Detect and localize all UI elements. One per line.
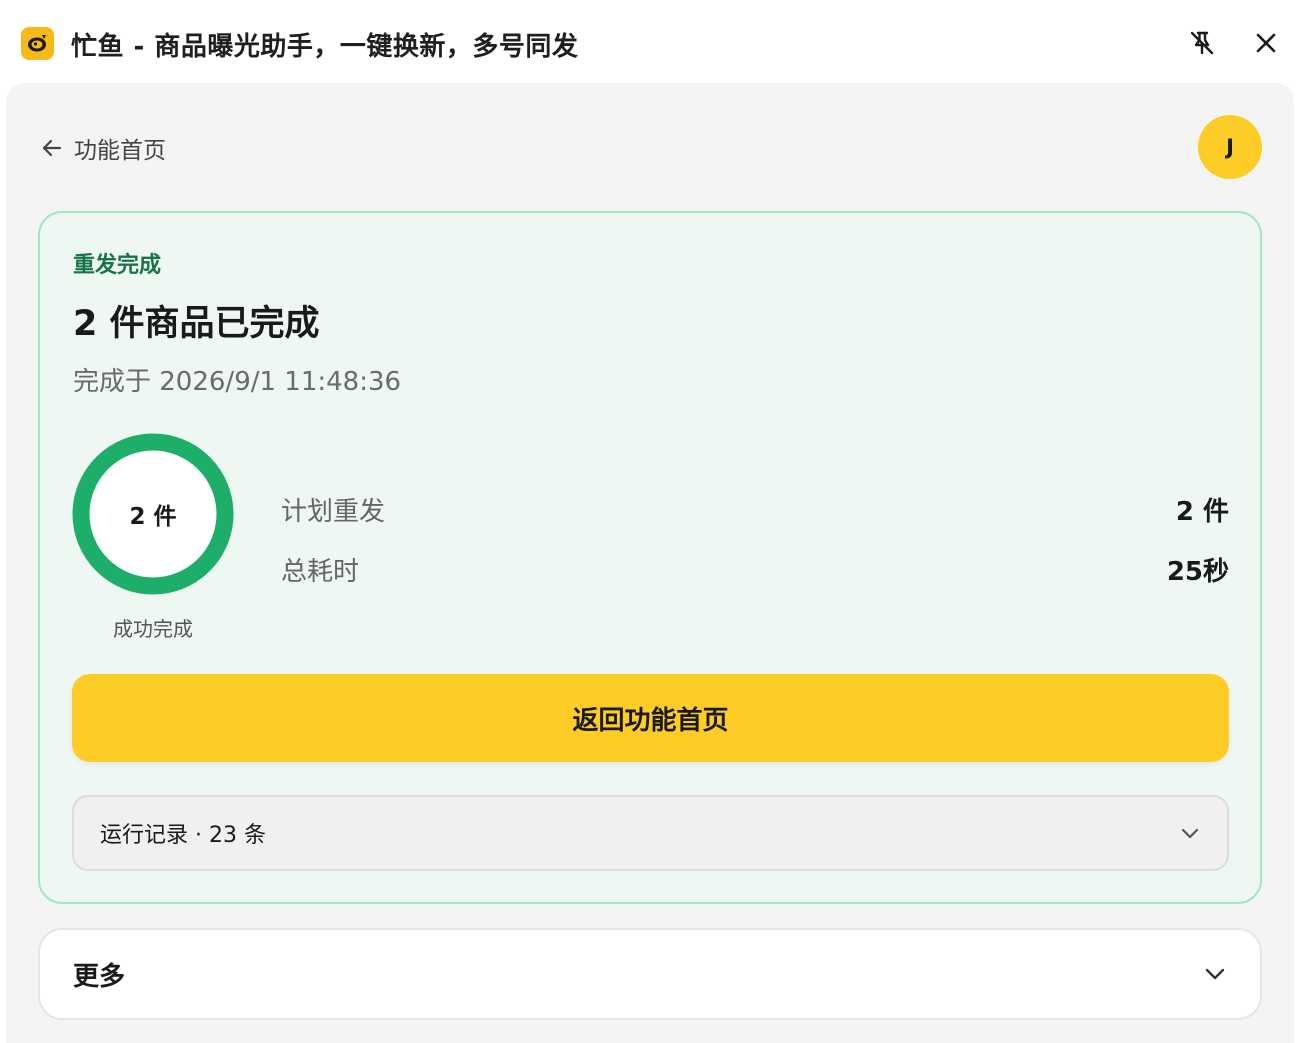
run-log-label: 运行记录 · 23 条 <box>100 823 266 848</box>
ring-caption: 成功完成 <box>113 617 193 641</box>
result-card: 重发完成 2 件商品已完成 完成于 2026/9/1 11:48:36 2 件 … <box>38 211 1262 904</box>
stat-row-planned: 计划重发 2 件 <box>281 489 1229 529</box>
result-eyebrow: 重发完成 <box>73 253 162 278</box>
result-headline: 2 件商品已完成 <box>73 304 320 344</box>
stat-value: 25秒 <box>1166 556 1229 587</box>
close-icon <box>1256 33 1276 53</box>
back-to-home-link[interactable]: 功能首页 <box>40 131 166 165</box>
chevron-down-icon <box>1205 968 1225 980</box>
window-title: 忙鱼 - 商品曝光助手，一键换新，多号同发 <box>71 32 579 62</box>
fish-logo-icon <box>21 27 54 60</box>
completion-time: 完成于 2026/9/1 11:48:36 <box>73 367 402 397</box>
run-log-toggle[interactable]: 运行记录 · 23 条 <box>72 795 1229 871</box>
success-ring: 2 件 <box>72 433 234 595</box>
return-home-button[interactable]: 返回功能首页 <box>72 674 1229 762</box>
window-titlebar: 忙鱼 - 商品曝光助手，一键换新，多号同发 <box>0 0 1306 84</box>
arrow-left-icon <box>42 139 62 157</box>
stat-label: 计划重发 <box>281 496 386 527</box>
main-panel: 功能首页 J 重发完成 2 件商品已完成 完成于 2026/9/1 11:48:… <box>6 83 1294 1043</box>
more-section-toggle[interactable]: 更多 <box>38 928 1262 1020</box>
back-link-label: 功能首页 <box>74 138 166 164</box>
close-window-button[interactable] <box>1249 26 1283 60</box>
user-avatar[interactable]: J <box>1198 115 1262 179</box>
stat-label: 总耗时 <box>281 556 360 587</box>
chevron-down-icon <box>1181 828 1199 839</box>
ring-value: 2 件 <box>129 504 177 530</box>
pin-off-button[interactable] <box>1185 26 1219 60</box>
stat-row-duration: 总耗时 25秒 <box>281 549 1229 589</box>
stat-value: 2 件 <box>1175 496 1229 527</box>
more-label: 更多 <box>73 961 126 992</box>
pin-off-icon <box>1190 31 1214 55</box>
